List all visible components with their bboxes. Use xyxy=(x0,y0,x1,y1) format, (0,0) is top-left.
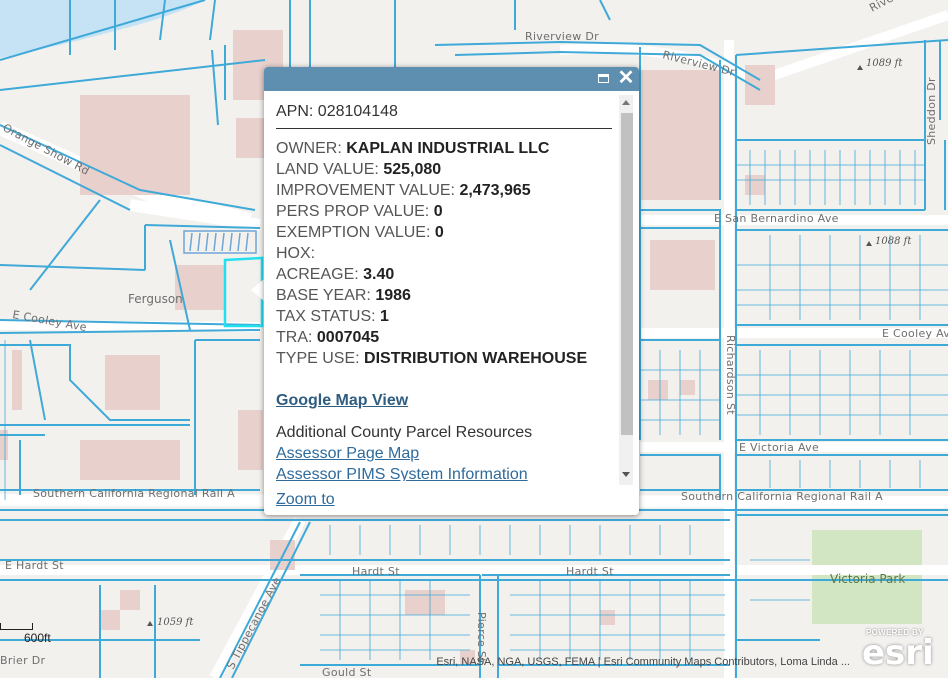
attr-type-use: TYPE USE: DISTRIBUTION WAREHOUSE xyxy=(276,348,612,369)
attr-label: EXEMPTION VALUE: xyxy=(276,224,431,241)
road-label-e-victoria-ave: E Victoria Ave xyxy=(739,441,819,454)
road-label-e-cooley-ave-right: E Cooley Av xyxy=(882,327,948,340)
attr-label: OWNER: xyxy=(276,140,342,157)
scale-bar-graphic xyxy=(0,623,33,630)
elevation-label-2: 1088 ft xyxy=(875,236,912,247)
place-label-victoria-park: Victoria Park xyxy=(830,572,905,586)
esri-logo[interactable]: POWERED BY esri xyxy=(862,628,944,673)
attr-label: ACREAGE: xyxy=(276,266,359,283)
attr-value: 2,473,965 xyxy=(459,182,531,199)
close-icon[interactable]: ✕ xyxy=(617,68,635,88)
popup-scrollbar[interactable] xyxy=(619,95,633,485)
assessor-page-map-link[interactable]: Assessor Page Map xyxy=(276,443,612,464)
attr-value: 1986 xyxy=(375,287,411,304)
maximize-icon[interactable] xyxy=(595,70,613,88)
attr-value: 3.40 xyxy=(363,266,395,283)
attr-value: 0 xyxy=(433,203,443,220)
scale-bar: 600ft xyxy=(0,621,60,651)
place-label-ferguson: Ferguson xyxy=(128,292,183,306)
attr-value: DISTRIBUTION WAREHOUSE xyxy=(364,350,588,367)
popup-title: APN: 028104148 xyxy=(276,103,612,129)
popup-pointer xyxy=(251,279,264,301)
map-attribution[interactable]: Esri, NASA, NGA, USGS, FEMA | Esri Commu… xyxy=(436,656,850,668)
scale-label: 600ft xyxy=(24,631,51,645)
attr-hox: HOX: xyxy=(276,243,612,264)
scroll-up-icon[interactable] xyxy=(622,100,630,105)
road-label-sheddon-dr: Sheddon Dr xyxy=(925,77,938,145)
attr-acreage: ACREAGE: 3.40 xyxy=(276,264,612,285)
attr-improvement-value: IMPROVEMENT VALUE: 2,473,965 xyxy=(276,180,612,201)
popup-content[interactable]: APN: 028104148 OWNER: KAPLAN INDUSTRIAL … xyxy=(276,103,612,481)
parcel-popup[interactable]: ✕ APN: 028104148 OWNER: KAPLAN INDUSTRIA… xyxy=(264,67,639,515)
attr-exemption-value: EXEMPTION VALUE: 0 xyxy=(276,222,612,243)
elevation-label-3: 1059 ft xyxy=(157,617,194,628)
attr-label: TYPE USE: xyxy=(276,350,360,367)
road-label-rail-left: Southern California Regional Rail A xyxy=(33,487,235,500)
scroll-down-icon[interactable] xyxy=(622,472,630,477)
attr-value: 1 xyxy=(380,308,389,325)
road-label-riverview-dr: Riverview Dr xyxy=(525,30,599,43)
attr-value: 525,080 xyxy=(383,161,442,178)
attr-label: PERS PROP VALUE: xyxy=(276,203,430,220)
apn-label: APN: xyxy=(276,103,314,120)
apn-value: 028104148 xyxy=(317,103,398,120)
attr-label: BASE YEAR: xyxy=(276,287,371,304)
attr-tra: TRA: 0007045 xyxy=(276,327,612,348)
zoom-to-link[interactable]: Zoom to xyxy=(276,491,335,509)
attr-value: KAPLAN INDUSTRIAL LLC xyxy=(346,140,550,157)
road-label-gould-st: Gould St xyxy=(322,666,372,678)
attr-land-value: LAND VALUE: 525,080 xyxy=(276,159,612,180)
scrollbar-thumb[interactable] xyxy=(621,113,633,435)
attr-label: TRA: xyxy=(276,329,313,346)
attr-label: LAND VALUE: xyxy=(276,161,379,178)
attr-base-year: BASE YEAR: 1986 xyxy=(276,285,612,306)
attr-label: HOX: xyxy=(276,245,316,262)
road-label-hardt-st-1: Hardt St xyxy=(352,565,400,578)
road-label-hardt-st-2: Hardt St xyxy=(566,565,614,578)
road-label-e-hardt-st: E Hardt St xyxy=(5,559,64,572)
resources-heading: Additional County Parcel Resources xyxy=(276,424,533,441)
road-label-richardson-st: Richardson St xyxy=(724,335,737,415)
road-label-brier-dr: Brier Dr xyxy=(0,654,45,667)
attr-label: IMPROVEMENT VALUE: xyxy=(276,182,455,199)
assessor-pims-link[interactable]: Assessor PIMS System Information xyxy=(276,464,612,481)
road-label-rail-right: Southern California Regional Rail A xyxy=(681,490,883,503)
attr-pers-prop-value: PERS PROP VALUE: 0 xyxy=(276,201,612,222)
attr-owner: OWNER: KAPLAN INDUSTRIAL LLC xyxy=(276,138,612,159)
popup-header: ✕ xyxy=(264,67,639,91)
attr-label: TAX STATUS: xyxy=(276,308,376,325)
road-label-e-san-bernardino-ave: E San Bernardino Ave xyxy=(714,212,839,225)
elevation-label-1: 1089 ft xyxy=(866,58,903,69)
attr-value: 0 xyxy=(434,224,444,241)
esri-wordmark: esri xyxy=(862,633,934,673)
google-map-view-link[interactable]: Google Map View xyxy=(276,390,408,411)
attr-tax-status: TAX STATUS: 1 xyxy=(276,306,612,327)
attr-value: 0007045 xyxy=(316,329,380,346)
